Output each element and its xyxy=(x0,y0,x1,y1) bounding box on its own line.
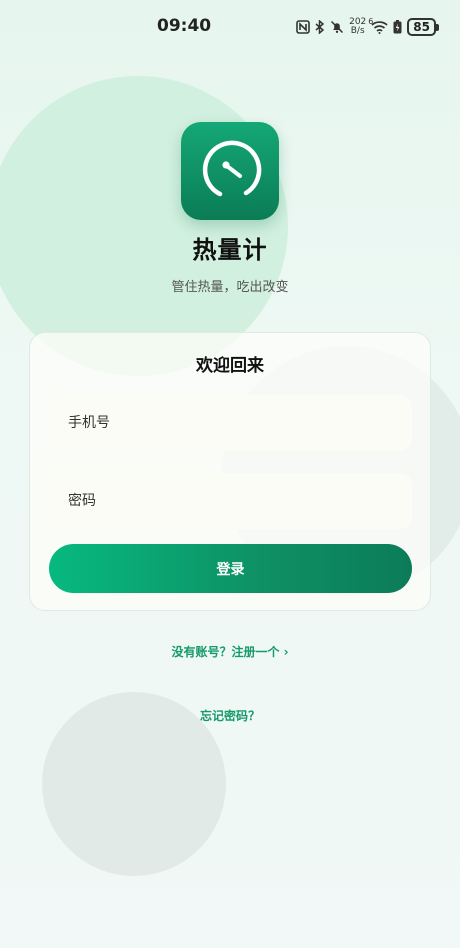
network-speed: 202 B/s xyxy=(349,18,366,36)
app-name: 热量计 xyxy=(192,236,268,264)
forgot-password-link[interactable]: 忘记密码？ xyxy=(0,707,460,724)
app-slogan: 管住热量，吃出改变 xyxy=(171,280,289,295)
mute-bell-icon xyxy=(330,20,344,34)
status-icons: 202 B/s 6 85 xyxy=(296,16,439,38)
card-title: 欢迎回来 xyxy=(196,356,264,376)
status-bar: 09:40 202 B/s 6 85 xyxy=(0,0,460,52)
status-time: 09:40 xyxy=(157,16,212,36)
app-logo xyxy=(181,122,279,220)
battery-level: 85 xyxy=(407,18,439,36)
nfc-icon xyxy=(296,20,310,34)
login-button[interactable]: 登录 xyxy=(49,544,412,593)
network-speed-unit: B/s xyxy=(350,26,365,36)
signal-label: 6 xyxy=(368,17,374,26)
password-input[interactable] xyxy=(50,473,412,529)
battery-saver-icon xyxy=(393,20,402,34)
bluetooth-icon xyxy=(315,20,325,34)
register-link[interactable]: 没有账号？注册一个 › xyxy=(0,643,460,660)
background-circle xyxy=(0,76,288,376)
phone-input[interactable] xyxy=(50,395,412,451)
wifi-icon: 6 xyxy=(368,17,388,34)
login-card: 欢迎回来 登录 xyxy=(29,332,431,611)
gauge-icon xyxy=(198,137,262,205)
